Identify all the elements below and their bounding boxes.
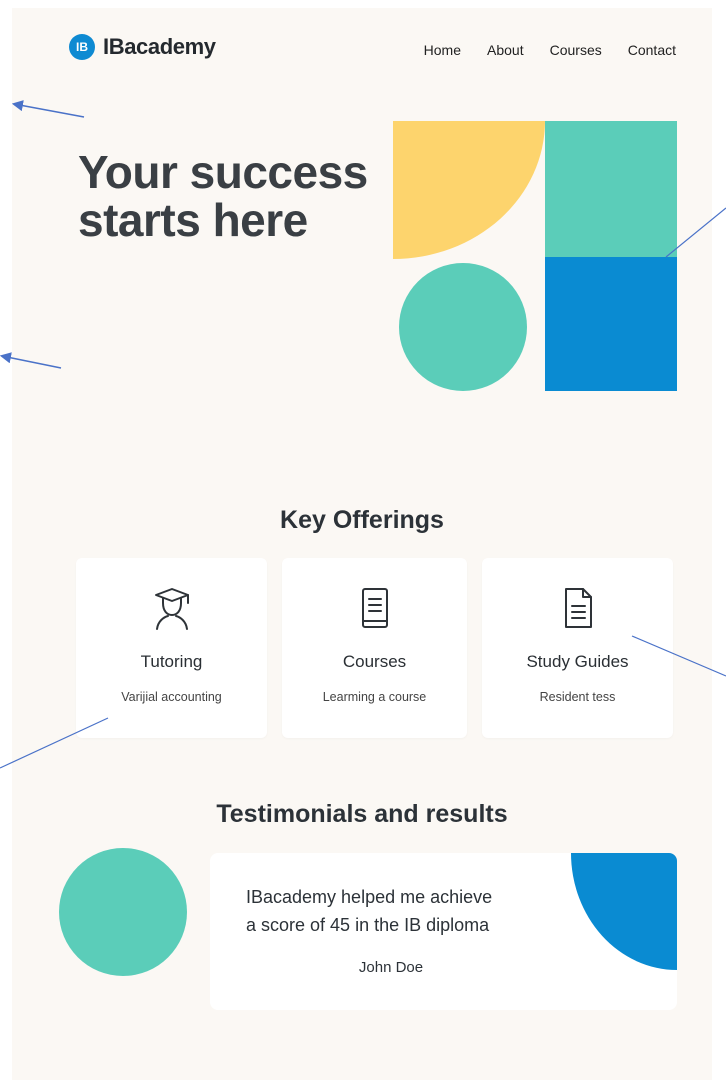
offering-subtitle: Varijial accounting [121,690,222,704]
testimonial-quote: IBacademy helped me achieve a score of 4… [246,883,546,939]
offering-card-tutoring[interactable]: Tutoring Varijial accounting [76,558,267,738]
quote-line1: IBacademy helped me achieve [246,887,493,907]
nav-about[interactable]: About [487,42,524,58]
teal-square-shape [545,121,677,257]
testimonial-card: IBacademy helped me achieve a score of 4… [210,853,677,1010]
main-nav: Home About Courses Contact [424,42,676,58]
offering-title: Study Guides [526,652,629,671]
hero-title: Your success starts here [78,148,408,244]
testimonial-author: John Doe [358,959,424,976]
hero-shapes-illustration [393,121,677,391]
brand-name: IBacademy [103,34,216,59]
page: IB IBacademy Home About Courses Contact … [12,8,712,1080]
offering-subtitle: Learming a course [322,690,427,704]
offering-title: Tutoring [140,652,203,671]
yellow-quarter-shape [393,121,545,259]
hero-title-line1: Your success [78,146,368,198]
logo-badge-icon: IB [69,34,95,60]
offering-card-study-guides[interactable]: Study Guides Resident tess [482,558,673,738]
document-icon [564,588,592,628]
offering-title: Courses [342,652,407,671]
teal-circle-decoration [59,848,187,976]
book-icon [361,588,388,628]
nav-courses[interactable]: Courses [550,42,602,58]
offerings-list: Tutoring Varijial accounting Courses Lea… [76,558,673,738]
testimonials-title: Testimonials and results [216,800,508,828]
nav-contact[interactable]: Contact [628,42,676,58]
blue-square-shape [545,257,677,391]
logo[interactable]: IB IBacademy [69,34,216,60]
offering-subtitle: Resident tess [539,690,616,704]
offering-card-courses[interactable]: Courses Learming a course [282,558,467,738]
hero-title-line2: starts here [78,194,308,246]
nav-home[interactable]: Home [424,42,461,58]
teal-circle-shape [399,263,527,391]
quote-line2: a score of 45 in the IB diploma [246,915,490,935]
graduate-icon [154,588,189,630]
blue-corner-decoration [571,853,677,970]
offerings-title: Key Offerings [280,506,444,534]
